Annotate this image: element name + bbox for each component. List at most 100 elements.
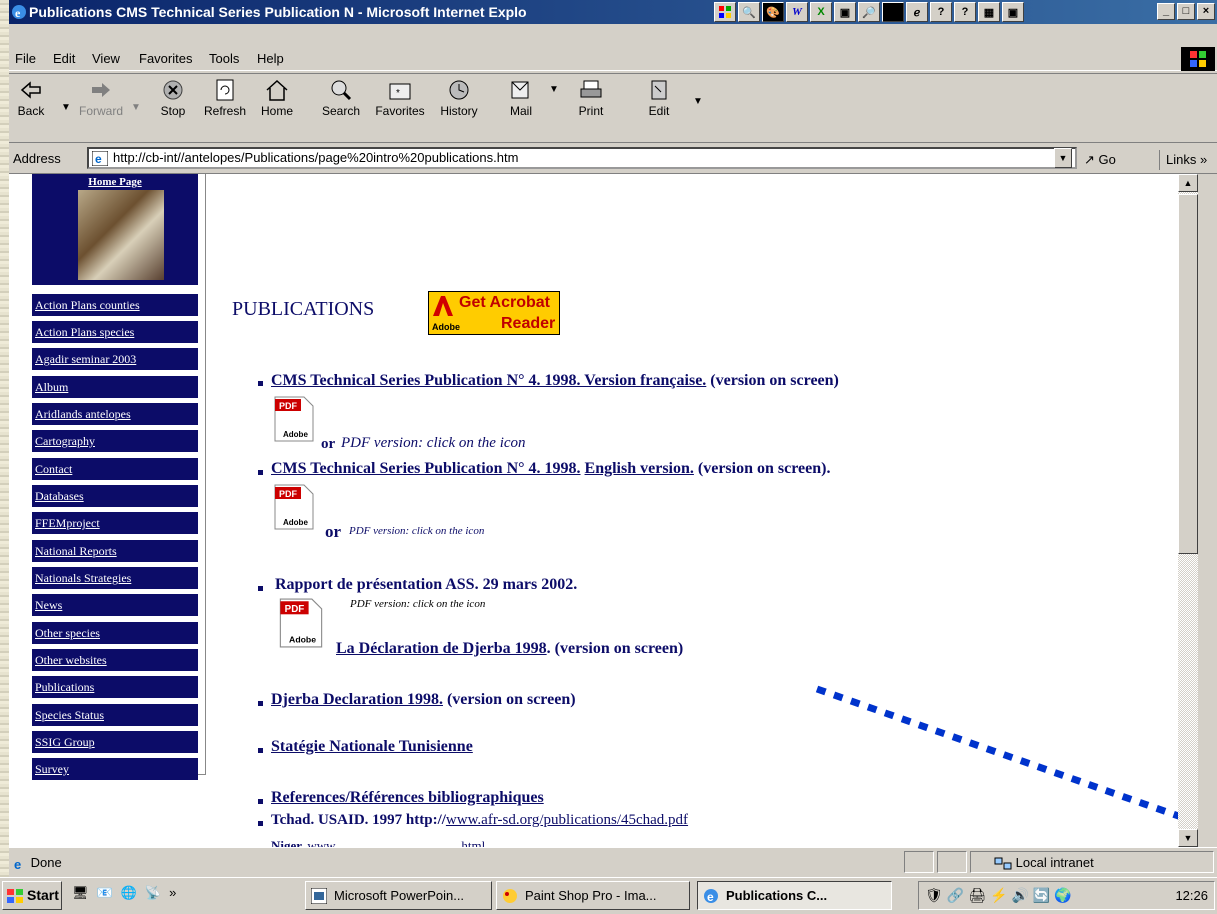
edit-button[interactable]: Edit <box>633 78 685 118</box>
quicklaunch-channels-icon[interactable]: 📡 <box>145 885 161 901</box>
quicklaunch-more-icon[interactable]: » <box>169 885 176 901</box>
svg-text:Adobe: Adobe <box>283 518 308 527</box>
address-dropdown-button[interactable]: ▼ <box>1054 148 1072 168</box>
powerpoint-icon <box>311 888 327 904</box>
title-bar[interactable]: e Publications CMS Technical Series Publ… <box>9 0 1217 24</box>
sidebar-item-national-reports[interactable]: National Reports <box>32 540 198 562</box>
paint-icon[interactable]: 🎨 <box>762 2 784 22</box>
links-button[interactable]: Links » <box>1159 150 1207 170</box>
cms-english-link-a[interactable]: CMS Technical Series Publication N° 4. 1… <box>271 460 581 477</box>
window-title: Publications CMS Technical Series Public… <box>29 4 527 20</box>
get-acrobat-reader-button[interactable]: Get Acrobat Reader Adobe <box>428 291 560 335</box>
close-app-icon[interactable]: ▣ <box>1002 2 1024 22</box>
word-icon[interactable]: W <box>786 2 808 22</box>
task-paint-shop-pro[interactable]: Paint Shop Pro - Ima... <box>496 881 690 910</box>
help2-icon[interactable]: ? <box>954 2 976 22</box>
task-publications[interactable]: e Publications C... <box>697 881 892 910</box>
globe-icon[interactable]: 🌍 <box>1054 887 1071 904</box>
printer-tray-icon[interactable]: 🖨 <box>968 887 986 904</box>
standard-toolbar: Back ▼ Forward ▼ Stop Refresh Home Searc… <box>9 73 1217 143</box>
sidebar-item-other-species[interactable]: Other species <box>32 622 198 644</box>
sidebar-item-survey[interactable]: Survey <box>32 758 198 780</box>
scroll-thumb[interactable] <box>1178 194 1198 554</box>
references-link[interactable]: References/Références bibliographiques <box>271 789 544 806</box>
tile-windows-icon[interactable] <box>714 2 736 22</box>
niger-url-link[interactable]: www.....................................… <box>307 838 485 847</box>
stop-button[interactable]: Stop <box>147 78 199 118</box>
sidebar-item-other-websites[interactable]: Other websites <box>32 649 198 671</box>
pdf-icon[interactable]: PDF Adobe <box>279 598 323 648</box>
menu-tools[interactable]: Tools <box>209 51 239 66</box>
task-powerpoint[interactable]: Microsoft PowerPoin... <box>305 881 492 910</box>
sidebar-item-databases[interactable]: Databases <box>32 485 198 507</box>
favorites-button[interactable]: * Favorites <box>367 78 433 118</box>
cms-french-link[interactable]: CMS Technical Series Publication N° 4. 1… <box>271 372 706 389</box>
scroll-down-button[interactable]: ▼ <box>1178 829 1198 847</box>
sidebar-item-nationals-strategies[interactable]: Nationals Strategies <box>32 567 198 589</box>
mail-button[interactable]: Mail <box>495 78 547 118</box>
go-button[interactable]: ↗ Go <box>1084 152 1116 168</box>
home-button[interactable]: Home <box>251 78 303 118</box>
sidebar-item-ssig-group[interactable]: SSIG Group <box>32 731 198 753</box>
update-icon[interactable]: 🔄 <box>1033 887 1050 904</box>
sidebar-item-agadir-seminar[interactable]: Agadir seminar 2003 <box>32 348 198 370</box>
minimize-button[interactable]: _ <box>1157 3 1175 20</box>
svg-text:Adobe: Adobe <box>289 635 316 645</box>
clock[interactable]: 12:26 <box>1175 888 1208 903</box>
network-icon[interactable]: 🔗 <box>947 887 964 904</box>
menu-file[interactable]: File <box>15 51 36 66</box>
home-page-link[interactable]: Home Page <box>32 176 198 188</box>
toolbar-overflow-icon[interactable]: ▼ <box>693 96 703 107</box>
sidebar-item-action-plans-species[interactable]: Action Plans species <box>32 321 198 343</box>
mail-dropdown-icon[interactable]: ▼ <box>549 84 559 95</box>
menu-edit[interactable]: Edit <box>53 51 75 66</box>
menu-help[interactable]: Help <box>257 51 284 66</box>
volume-icon[interactable]: 🔊 <box>1011 887 1028 904</box>
forward-button[interactable]: Forward <box>75 78 127 118</box>
strategie-link[interactable]: Statégie Nationale Tunisienne <box>271 738 473 755</box>
powerpoint-icon[interactable]: ▣ <box>834 2 856 22</box>
address-input[interactable]: e http://cb-int//antelopes/Publications/… <box>87 147 1077 169</box>
sidebar-item-action-plans-counties[interactable]: Action Plans counties <box>32 294 198 316</box>
search-button[interactable]: Search <box>315 78 367 118</box>
calendar-icon[interactable]: ▦ <box>978 2 1000 22</box>
history-button[interactable]: History <box>433 78 485 118</box>
back-button[interactable]: Back <box>5 78 57 118</box>
djerba-en-link[interactable]: Djerba Declaration 1998. <box>271 691 443 708</box>
find-icon[interactable]: 🔍 <box>738 2 760 22</box>
menu-favorites[interactable]: Favorites <box>139 51 192 66</box>
cms-english-link-b[interactable]: English version. <box>585 460 694 477</box>
print-button[interactable]: Print <box>565 78 617 118</box>
sidebar-item-species-status[interactable]: Species Status <box>32 704 198 726</box>
sidebar-item-publications[interactable]: Publications <box>32 676 198 698</box>
start-button[interactable]: Start <box>2 881 62 910</box>
scroll-up-button[interactable]: ▲ <box>1178 174 1198 192</box>
power-icon[interactable]: ⚡ <box>990 887 1007 904</box>
sidebar-home-page[interactable]: Home Page <box>32 174 198 285</box>
tchad-url-link[interactable]: www.afr-sd.org/publications/45chad.pdf <box>446 812 688 828</box>
quicklaunch-outlook-icon[interactable]: 📧 <box>97 885 113 901</box>
sidebar-item-ffem[interactable]: FFEMproject <box>32 512 198 534</box>
vertical-scrollbar[interactable]: ▲ ▼ <box>1178 174 1198 847</box>
sidebar-item-aridlands[interactable]: Aridlands antelopes <box>32 403 198 425</box>
quicklaunch-ie-icon[interactable]: 🌐 <box>121 885 137 901</box>
sidebar-item-album[interactable]: Album <box>32 376 198 398</box>
explorer-icon[interactable]: 🔎 <box>858 2 880 22</box>
close-button[interactable]: × <box>1197 3 1215 20</box>
pdf-icon[interactable]: PDF Adobe <box>274 396 314 442</box>
forward-dropdown-icon[interactable]: ▼ <box>131 102 141 113</box>
sidebar-item-news[interactable]: News <box>32 594 198 616</box>
pdf-icon[interactable]: PDF Adobe <box>274 484 314 530</box>
ie-shortcut-icon[interactable]: ℯ <box>906 2 928 22</box>
quicklaunch-desktop-icon[interactable]: 🖥 <box>72 885 89 901</box>
maximize-button[interactable]: □ <box>1177 3 1195 20</box>
back-dropdown-icon[interactable]: ▼ <box>61 102 71 113</box>
djerba-fr-link[interactable]: La Déclaration de Djerba 1998 <box>336 640 547 657</box>
menu-view[interactable]: View <box>92 51 120 66</box>
antivirus-icon[interactable]: 🛡 <box>925 887 943 904</box>
excel-icon[interactable]: X <box>810 2 832 22</box>
refresh-button[interactable]: Refresh <box>199 78 251 118</box>
sidebar-item-cartography[interactable]: Cartography <box>32 430 198 452</box>
help-icon[interactable]: ? <box>930 2 952 22</box>
sidebar-item-contact[interactable]: Contact <box>32 458 198 480</box>
